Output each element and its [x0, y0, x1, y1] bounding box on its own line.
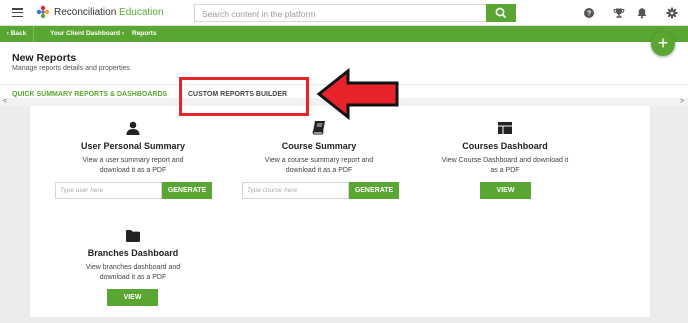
book-icon — [312, 121, 325, 135]
user-icon — [126, 121, 140, 135]
user-search-input[interactable]: Type user here — [55, 182, 162, 199]
generate-user-report-button[interactable]: GENERATE — [162, 182, 212, 199]
card-title-course-summary: Course Summary — [281, 141, 357, 151]
menu-icon[interactable] — [12, 8, 23, 18]
help-icon[interactable]: ? — [583, 7, 595, 19]
card-desc-course-summary: View a course summary report and downloa… — [232, 156, 406, 176]
card-title-user-summary: User Personal Summary — [80, 141, 186, 151]
card-desc-line: View a user summary report and — [82, 157, 184, 164]
dashboard-icon — [498, 122, 512, 134]
add-button[interactable]: + — [651, 32, 675, 56]
annotation-highlight-box — [179, 77, 309, 116]
card-desc-courses-dashboard: View Course Dashboard and download it as… — [418, 156, 592, 176]
card-desc-line: as a PDF — [490, 167, 520, 174]
logo-text[interactable]: Reconciliation Education — [54, 7, 164, 19]
page-subtitle: Manage reports details and properties — [12, 65, 130, 72]
gear-icon[interactable] — [666, 7, 678, 19]
generate-course-report-button[interactable]: GENERATE — [349, 182, 399, 199]
card-desc-line: download it as a PDF — [285, 167, 353, 174]
course-search-input[interactable]: Type course here — [242, 182, 349, 199]
trophy-icon[interactable] — [613, 7, 625, 19]
card-desc-line: View a course summary report and — [264, 157, 374, 164]
scroll-left-icon[interactable]: < — [3, 98, 7, 106]
scroll-right-icon[interactable]: > — [680, 98, 684, 106]
card-title-courses-dashboard: Courses Dashboard — [462, 141, 548, 151]
reports-panel: User Personal Summary View a user summar… — [30, 106, 650, 317]
bell-icon[interactable] — [636, 7, 648, 19]
logo-icon — [36, 5, 50, 19]
card-desc-line: View branches dashboard and — [85, 264, 181, 271]
folder-icon — [126, 230, 140, 242]
logo-text-primary: Reconciliation — [54, 7, 117, 18]
search-input[interactable]: Search content in the platform — [194, 4, 486, 22]
top-bar: Reconciliation Education Search content … — [0, 0, 688, 26]
search-icon — [495, 7, 507, 19]
back-button[interactable]: ‹ Back — [0, 26, 34, 42]
chevron-left-icon: ‹ — [6, 30, 9, 37]
search-button[interactable] — [486, 4, 516, 22]
page-title: New Reports — [12, 52, 77, 64]
card-desc-branches-dashboard: View branches dashboard and download it … — [46, 263, 220, 283]
back-label: Back — [10, 30, 27, 37]
card-desc-line: download it as a PDF — [99, 274, 167, 281]
breadcrumb-item-dashboard[interactable]: Your Client Dashboard — [50, 26, 120, 42]
card-title-branches-dashboard: Branches Dashboard — [87, 248, 179, 258]
card-desc-user-summary: View a user summary report and download … — [46, 156, 220, 176]
annotation-arrow-icon — [316, 68, 399, 120]
chevron-right-icon: › — [122, 30, 125, 37]
svg-text:?: ? — [587, 9, 592, 18]
breadcrumb-item-reports[interactable]: Reports — [132, 26, 157, 42]
breadcrumb: ‹ Back Your Client Dashboard › Reports — [0, 26, 688, 42]
view-branches-dashboard-button[interactable]: VIEW — [107, 289, 158, 306]
view-courses-dashboard-button[interactable]: VIEW — [480, 182, 531, 199]
card-desc-line: View Course Dashboard and download it — [441, 157, 569, 164]
logo-text-secondary: Education — [119, 7, 164, 18]
card-desc-line: download it as a PDF — [99, 167, 167, 174]
